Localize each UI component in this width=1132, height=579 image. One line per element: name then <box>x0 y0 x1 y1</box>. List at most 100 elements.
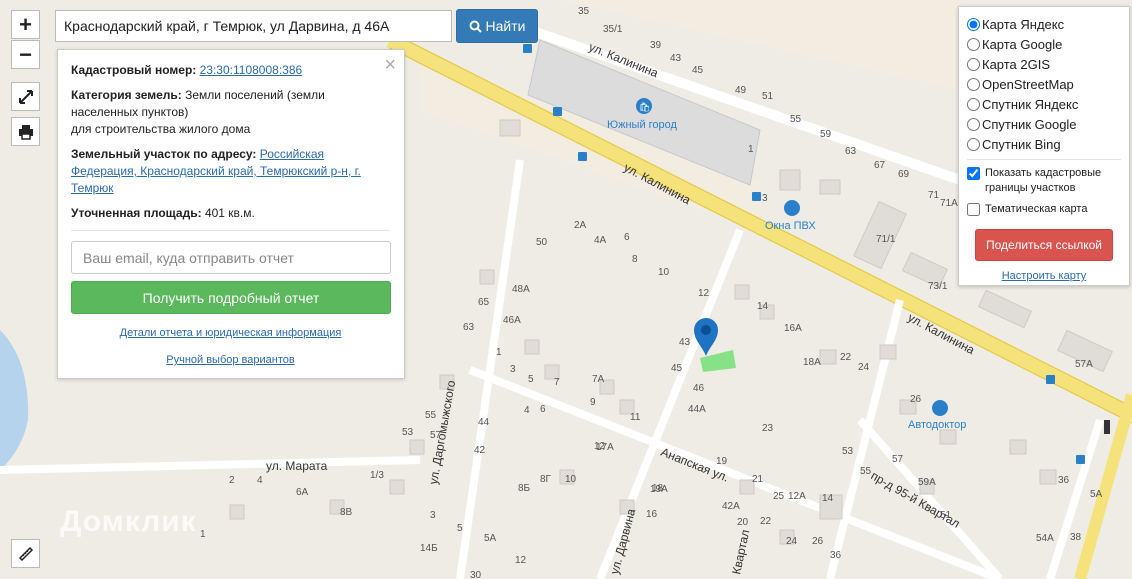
traffic-light-icon <box>1104 420 1110 434</box>
house-number-label: 19 <box>716 456 728 467</box>
land-category-label: Категория земель: <box>71 88 182 102</box>
fullscreen-button[interactable] <box>11 82 40 111</box>
svg-text:Автодоктор: Автодоктор <box>908 419 966 431</box>
layer-option[interactable]: Карта 2GIS <box>967 54 1121 74</box>
house-number-label: 1/3 <box>370 470 384 481</box>
cadastral-number-link[interactable]: 23:30:1108008:386 <box>200 63 303 77</box>
house-number-label: 14 <box>822 493 834 504</box>
details-link-wrap: Детали отчета и юридическая информация <box>71 327 390 339</box>
show-borders-option[interactable]: Показать кадастровые границы участков <box>967 166 1121 196</box>
house-number-label: 36 <box>1058 475 1070 486</box>
show-borders-checkbox[interactable] <box>967 167 980 180</box>
search-button[interactable]: Найти <box>456 9 538 43</box>
house-number-label: 71 <box>928 190 940 201</box>
thematic-map-option[interactable]: Тематическая карта <box>967 202 1121 217</box>
close-icon[interactable]: × <box>384 54 396 77</box>
cadastral-number-label: Кадастровый номер: <box>71 63 197 77</box>
layer-option[interactable]: Спутник Яндекс <box>967 94 1121 114</box>
ruler-button[interactable] <box>11 539 40 568</box>
house-number-label: 22 <box>760 516 772 527</box>
house-number-label: 14Б <box>420 543 438 554</box>
land-category-row: Категория земель: Земли поселений (земли… <box>71 87 390 138</box>
house-number-label: 73/1 <box>928 281 948 292</box>
house-number-label: 7 <box>554 377 560 388</box>
house-number-label: 3 <box>762 193 768 204</box>
house-number-label: 17А <box>596 442 614 453</box>
layer-radio[interactable] <box>967 97 980 111</box>
layer-option[interactable]: OpenStreetMap <box>967 74 1121 94</box>
house-number-label: 18 <box>652 483 664 494</box>
layer-option-label: Карта Google <box>982 36 1063 52</box>
printer-icon <box>18 124 33 140</box>
house-number-label: 55 <box>790 114 802 125</box>
house-number-label: 16А <box>784 323 802 334</box>
layer-options: Карта Яндекс Карта Google Карта 2GIS OpenSt… <box>967 14 1121 154</box>
svg-text:🛍: 🛍 <box>639 102 650 112</box>
house-number-label: 18А <box>803 357 821 368</box>
configure-map-link[interactable]: Настроить карту <box>967 270 1121 282</box>
zoom-out-button[interactable]: − <box>11 40 40 69</box>
house-number-label: 53 <box>842 446 854 457</box>
show-borders-label: Показать кадастровые границы участков <box>985 167 1102 194</box>
house-number-label: 8В <box>340 507 353 518</box>
layer-option[interactable]: Карта Яндекс <box>967 14 1121 34</box>
get-report-button[interactable]: Получить подробный отчет <box>71 281 391 314</box>
layer-option-label: Карта 2GIS <box>982 56 1051 72</box>
house-number-label: 53 <box>402 427 414 438</box>
house-number-label: 54А <box>1036 533 1054 544</box>
share-link-button[interactable]: Поделиться ссылкой <box>975 229 1113 261</box>
house-number-label: 4 <box>524 405 530 416</box>
house-number-label: 42А <box>722 501 740 512</box>
layer-radio[interactable] <box>967 57 980 71</box>
house-number-label: 42 <box>474 445 486 456</box>
house-number-label: 1 <box>200 529 206 540</box>
house-number-label: 69 <box>898 169 910 180</box>
house-number-label: 5 <box>528 374 534 385</box>
zoom-in-button[interactable]: + <box>11 10 40 39</box>
search-button-label: Найти <box>485 18 526 34</box>
email-field[interactable] <box>71 241 391 274</box>
house-number-label: 24 <box>858 362 870 373</box>
layer-radio[interactable] <box>967 117 980 131</box>
house-number-label: 26 <box>812 536 824 547</box>
manual-link-wrap: Ручной выбор вариантов <box>71 354 390 366</box>
house-number-label: 5 <box>457 523 463 534</box>
layer-option-label: Карта Яндекс <box>982 16 1065 32</box>
house-number-label: 44А <box>688 404 706 415</box>
house-number-label: 7А <box>592 374 605 385</box>
house-number-label: 45 <box>671 363 683 374</box>
cadastral-info-panel: × Кадастровый номер: 23:30:1108008:386 К… <box>57 49 405 379</box>
layer-option[interactable]: Спутник Bing <box>967 134 1121 154</box>
thematic-map-checkbox[interactable] <box>967 203 980 216</box>
house-number-label: 11 <box>630 412 641 423</box>
house-number-label: 12 <box>698 288 710 299</box>
house-number-label: 10 <box>565 474 577 485</box>
print-button[interactable] <box>11 117 40 146</box>
layer-radio[interactable] <box>967 17 980 31</box>
house-number-label: 59А <box>918 477 936 488</box>
house-number-label: 5А <box>1090 489 1103 500</box>
house-number-label: 10 <box>658 267 670 278</box>
house-number-label: 46А <box>503 315 521 326</box>
search-input[interactable] <box>55 10 452 42</box>
layer-radio[interactable] <box>967 77 980 91</box>
house-number-label: 21 <box>752 474 764 485</box>
area-label: Уточненная площадь: <box>71 206 202 220</box>
house-number-label: 3 <box>510 364 516 375</box>
layer-option-label: Спутник Google <box>982 116 1077 132</box>
house-number-label: 39 <box>650 40 662 51</box>
house-number-label: 48А <box>512 284 530 295</box>
watermark-logo: Домклик <box>60 505 197 538</box>
house-number-label: 8 <box>632 254 638 265</box>
layer-radio[interactable] <box>967 37 980 51</box>
house-number-label: 8Б <box>518 483 531 494</box>
layer-radio[interactable] <box>967 137 980 151</box>
house-number-label: 51 <box>940 510 952 521</box>
house-number-label: 50 <box>536 237 548 248</box>
divider <box>71 230 390 231</box>
report-details-link[interactable]: Детали отчета и юридическая информация <box>120 327 342 339</box>
cadastral-number-row: Кадастровый номер: 23:30:1108008:386 <box>71 62 390 79</box>
layer-option[interactable]: Спутник Google <box>967 114 1121 134</box>
manual-selection-link[interactable]: Ручной выбор вариантов <box>166 354 294 366</box>
layer-option[interactable]: Карта Google <box>967 34 1121 54</box>
